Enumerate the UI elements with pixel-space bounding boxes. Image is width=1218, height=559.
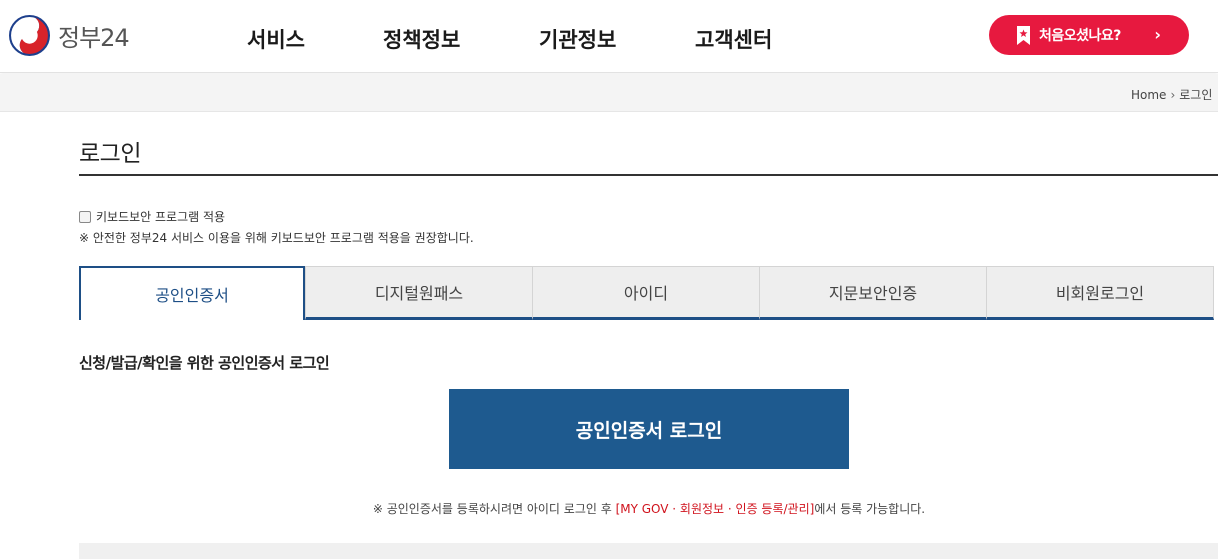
notice-suffix: 에서 등록 가능합니다. bbox=[814, 502, 926, 516]
first-visit-button[interactable]: 처음오셨나요? › bbox=[989, 15, 1189, 55]
breadcrumb-bar: Home › 로그인 bbox=[0, 74, 1218, 112]
tab-non-member[interactable]: 비회원로그인 bbox=[986, 266, 1214, 320]
tab-fingerprint[interactable]: 지문보안인증 bbox=[759, 266, 987, 320]
chevron-right-icon: › bbox=[1154, 25, 1161, 44]
breadcrumb: Home › 로그인 bbox=[1131, 86, 1212, 103]
keyboard-security-label[interactable]: 키보드보안 프로그램 적용 bbox=[96, 208, 225, 225]
certificate-login-button[interactable]: 공인인증서 로그인 bbox=[449, 389, 849, 469]
tab-id[interactable]: 아이디 bbox=[532, 266, 760, 320]
breadcrumb-home[interactable]: Home bbox=[1131, 88, 1166, 102]
bookmark-icon bbox=[1017, 25, 1030, 45]
breadcrumb-current: 로그인 bbox=[1179, 88, 1213, 102]
nav-services[interactable]: 서비스 bbox=[247, 24, 305, 54]
page-title: 로그인 bbox=[79, 141, 141, 167]
site-header: 정부24 서비스 정책정보 기관정보 고객센터 처음오셨나요? › bbox=[0, 0, 1218, 73]
tab-certificate[interactable]: 공인인증서 bbox=[79, 266, 305, 320]
keyboard-security-option: 키보드보안 프로그램 적용 bbox=[79, 208, 225, 225]
section-title: 신청/발급/확인을 위한 공인인증서 로그인 bbox=[79, 354, 330, 372]
nav-agency-info[interactable]: 기관정보 bbox=[539, 24, 616, 54]
first-visit-label: 처음오셨나요? bbox=[1039, 28, 1121, 44]
nav-customer-center[interactable]: 고객센터 bbox=[695, 24, 772, 54]
title-divider bbox=[79, 174, 1218, 176]
bottom-info-box bbox=[79, 543, 1218, 559]
breadcrumb-separator-icon: › bbox=[1170, 88, 1176, 102]
login-method-tabs: 공인인증서 디지털원패스 아이디 지문보안인증 비회원로그인 bbox=[79, 266, 1214, 320]
notice-link[interactable]: [MY GOV · 회원정보 · 인증 등록/관리] bbox=[616, 502, 815, 516]
logo-text: 정부24 bbox=[58, 24, 130, 52]
taegeuk-logo-icon bbox=[9, 15, 50, 56]
notice-prefix: ※ 공인인증서를 등록하시려면 아이디 로그인 후 bbox=[372, 502, 616, 516]
keyboard-security-note: ※ 안전한 정부24 서비스 이용을 위해 키보드보안 프로그램 적용을 권장합… bbox=[79, 231, 474, 245]
nav-policy-info[interactable]: 정책정보 bbox=[383, 24, 460, 54]
tab-digital-onepass[interactable]: 디지털원패스 bbox=[305, 266, 533, 320]
certificate-notice: ※ 공인인증서를 등록하시려면 아이디 로그인 후 [MY GOV · 회원정보… bbox=[0, 500, 1218, 517]
keyboard-security-checkbox[interactable] bbox=[79, 210, 91, 223]
site-logo[interactable]: 정부24 bbox=[9, 15, 130, 56]
